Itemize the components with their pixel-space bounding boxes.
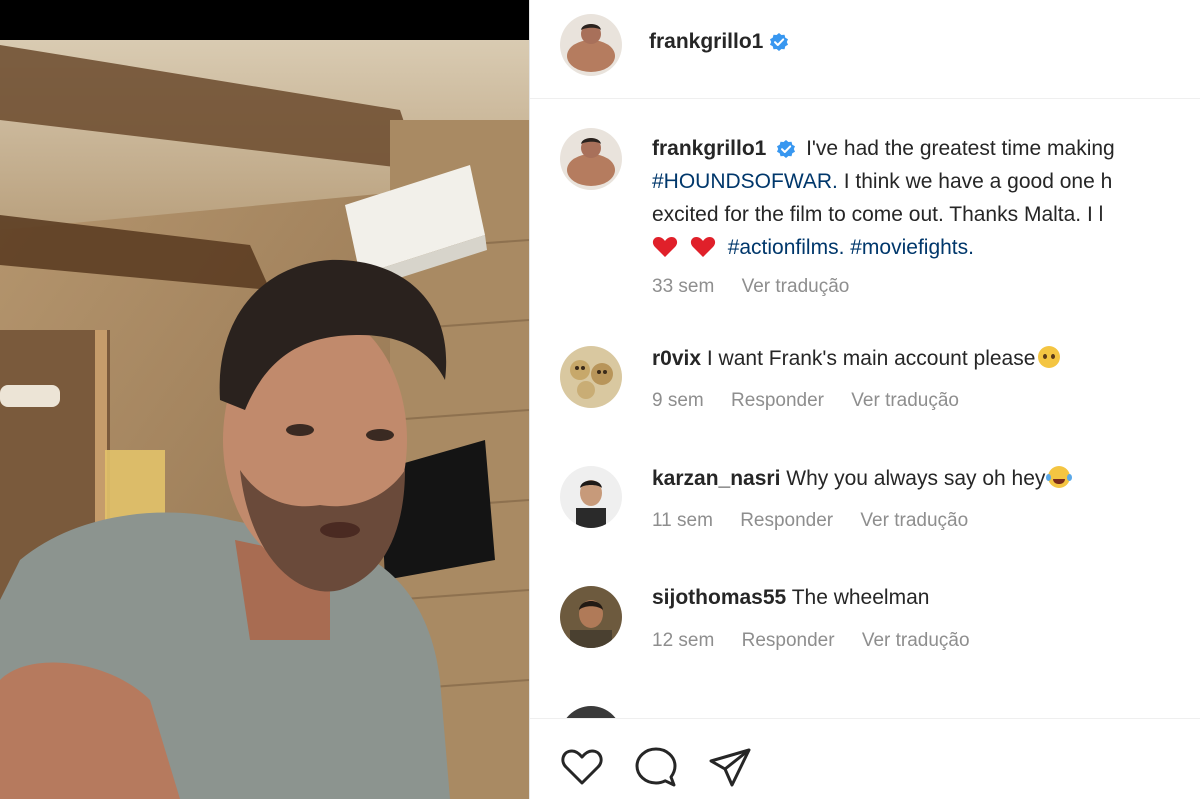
heart-icon [561,749,603,785]
hashtag-actionfilms[interactable]: #actionfilms. [728,236,845,259]
comment-translate-link[interactable]: Ver tradução [851,390,959,411]
comment-text: Why you always say oh hey [786,467,1046,490]
caption-text-2: I think we have a good one h [843,170,1113,193]
comment-text: The wheelman [791,586,930,609]
hashtag-houndsofwar[interactable]: #HOUNDSOFWAR. [652,170,838,193]
comment-text-row: karzan_nasri Why you always say oh hey [652,466,1073,491]
comment-time: 11 sem [652,510,713,531]
comment-reply-link[interactable]: Responder [731,390,824,411]
post-panel: frankgrillo1 frankgrillo1 I've had the g… [529,0,1200,800]
comment-avatar[interactable] [560,466,622,528]
verified-badge-icon [777,140,796,159]
like-button[interactable] [560,747,604,792]
comment-text: I want Frank's main account please [706,347,1036,370]
author-username[interactable]: frankgrillo1 [649,30,763,54]
comment-avatar[interactable] [560,346,622,408]
comment-icon [635,747,677,787]
comment-translate-link[interactable]: Ver tradução [862,630,970,651]
caption-line-2: #HOUNDSOFWAR. I think we have a good one… [652,165,1200,198]
comment-username[interactable]: r0vix [652,347,701,370]
caption-translate-link[interactable]: Ver tradução [742,276,850,297]
caption-line-4: #actionfilms. #moviefights. [652,231,1200,264]
comment-meta: 12 sem Responder Ver tradução [652,630,992,652]
hashtag-moviefights[interactable]: #moviefights. [850,236,974,259]
comment-time: 12 sem [652,630,715,651]
comment-button[interactable] [634,747,678,794]
pleading-face-emoji-icon [1038,346,1061,368]
comment-translate-link[interactable]: Ver tradução [860,510,968,531]
caption-text-1: I've had the greatest time making [806,137,1115,160]
comment-time: 9 sem [652,390,704,411]
avatar-image [560,586,622,648]
comment-username[interactable]: sijothomas55 [652,586,786,609]
comment-avatar[interactable] [560,586,622,648]
caption-line-1: frankgrillo1 I've had the greatest time … [652,132,1200,165]
red-heart-emoji-icon [690,237,715,257]
post-header: frankgrillo1 [530,0,1200,99]
post-media[interactable] [0,0,529,799]
comment-text-row: r0vix I want Frank's main account please [652,346,1061,371]
comment-text-row: sijothomas55 The wheelman [652,586,929,610]
comment-username[interactable]: karzan_nasri [652,467,780,490]
avatar-image [560,346,622,408]
author-username-row: frankgrillo1 [649,30,789,54]
red-heart-emoji-icon [652,237,678,257]
avatar-image [560,14,622,76]
avatar-image [560,128,622,190]
comment-meta: 9 sem Responder Ver tradução [652,390,981,412]
comment-reply-link[interactable]: Responder [742,630,835,651]
author-avatar[interactable] [560,14,622,76]
caption-author-avatar[interactable] [560,128,622,190]
share-icon [709,748,751,787]
caption-meta: 33 sem Ver tradução [652,276,871,298]
post-caption: frankgrillo1 I've had the greatest time … [652,132,1200,264]
post-photo [0,0,529,799]
verified-badge-icon [770,33,789,51]
avatar-image [560,466,622,528]
caption-line-3: excited for the film to come out. Thanks… [652,203,1104,226]
laughing-tears-emoji-icon [1046,466,1073,488]
post-actions-bar [530,718,1200,800]
comment-reply-link[interactable]: Responder [740,510,833,531]
caption-time: 33 sem [652,276,715,297]
share-button[interactable] [708,747,752,794]
comment-meta: 11 sem Responder Ver tradução [652,510,990,532]
caption-username[interactable]: frankgrillo1 [652,137,766,160]
